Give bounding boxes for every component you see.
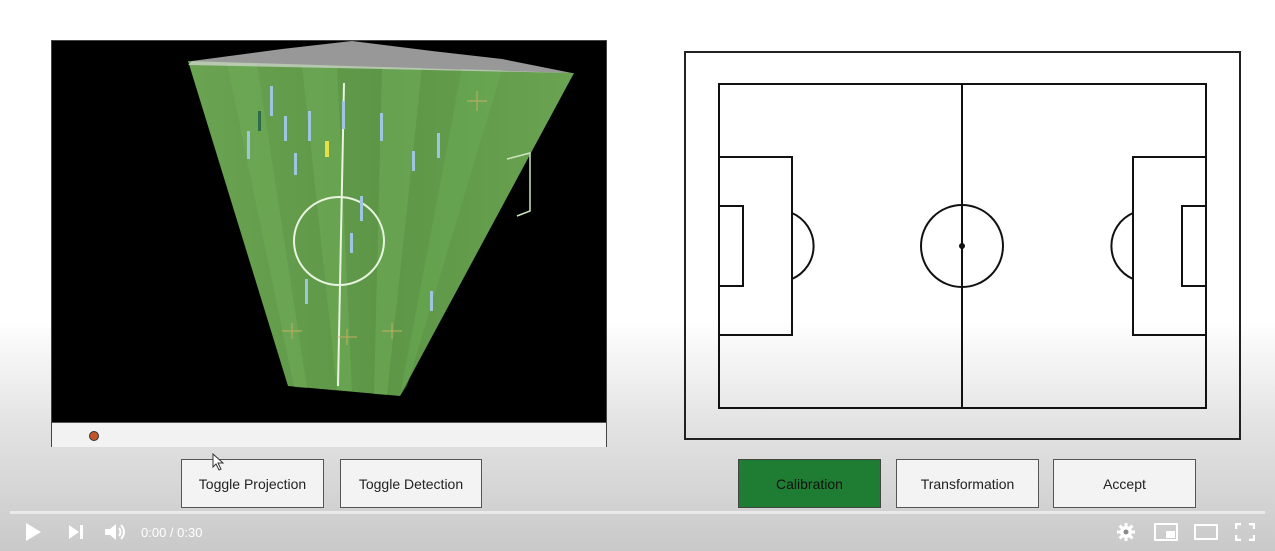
right-penalty-arc — [1110, 212, 1134, 280]
gear-icon[interactable] — [1115, 521, 1137, 543]
centre-spot — [959, 243, 965, 249]
left-goal-box — [718, 205, 744, 287]
fullscreen-icon[interactable] — [1234, 521, 1256, 543]
pitch-diagram — [718, 83, 1207, 409]
projected-pitch-image — [52, 41, 606, 422]
camera-projection-view — [51, 40, 607, 447]
video-timeline-strip — [52, 422, 606, 447]
transformation-button[interactable]: Transformation — [896, 459, 1039, 508]
next-icon[interactable] — [66, 521, 86, 543]
accept-button[interactable]: Accept — [1053, 459, 1196, 508]
position-marker[interactable] — [89, 431, 99, 441]
video-frame: Toggle Projection Toggle Detection Calib… — [0, 0, 1275, 551]
toggle-projection-button[interactable]: Toggle Projection — [181, 459, 324, 508]
left-penalty-arc — [791, 212, 815, 280]
toggle-detection-button[interactable]: Toggle Detection — [340, 459, 482, 508]
mouse-cursor-icon — [212, 453, 225, 471]
miniplayer-icon[interactable] — [1153, 521, 1179, 543]
left-penalty-box — [718, 156, 793, 336]
volume-icon[interactable] — [103, 521, 129, 543]
player-controls: 0:00 / 0:30 — [0, 511, 1275, 551]
progress-bar[interactable] — [10, 511, 1265, 514]
right-penalty-box — [1132, 156, 1207, 336]
calibration-button[interactable]: Calibration — [738, 459, 881, 508]
theater-icon[interactable] — [1193, 521, 1219, 543]
time-display: 0:00 / 0:30 — [141, 525, 203, 540]
pitch-model-panel — [684, 51, 1241, 440]
right-goal-box — [1181, 205, 1207, 287]
pitch-projection-graphic — [188, 41, 574, 396]
play-icon[interactable] — [22, 521, 44, 543]
